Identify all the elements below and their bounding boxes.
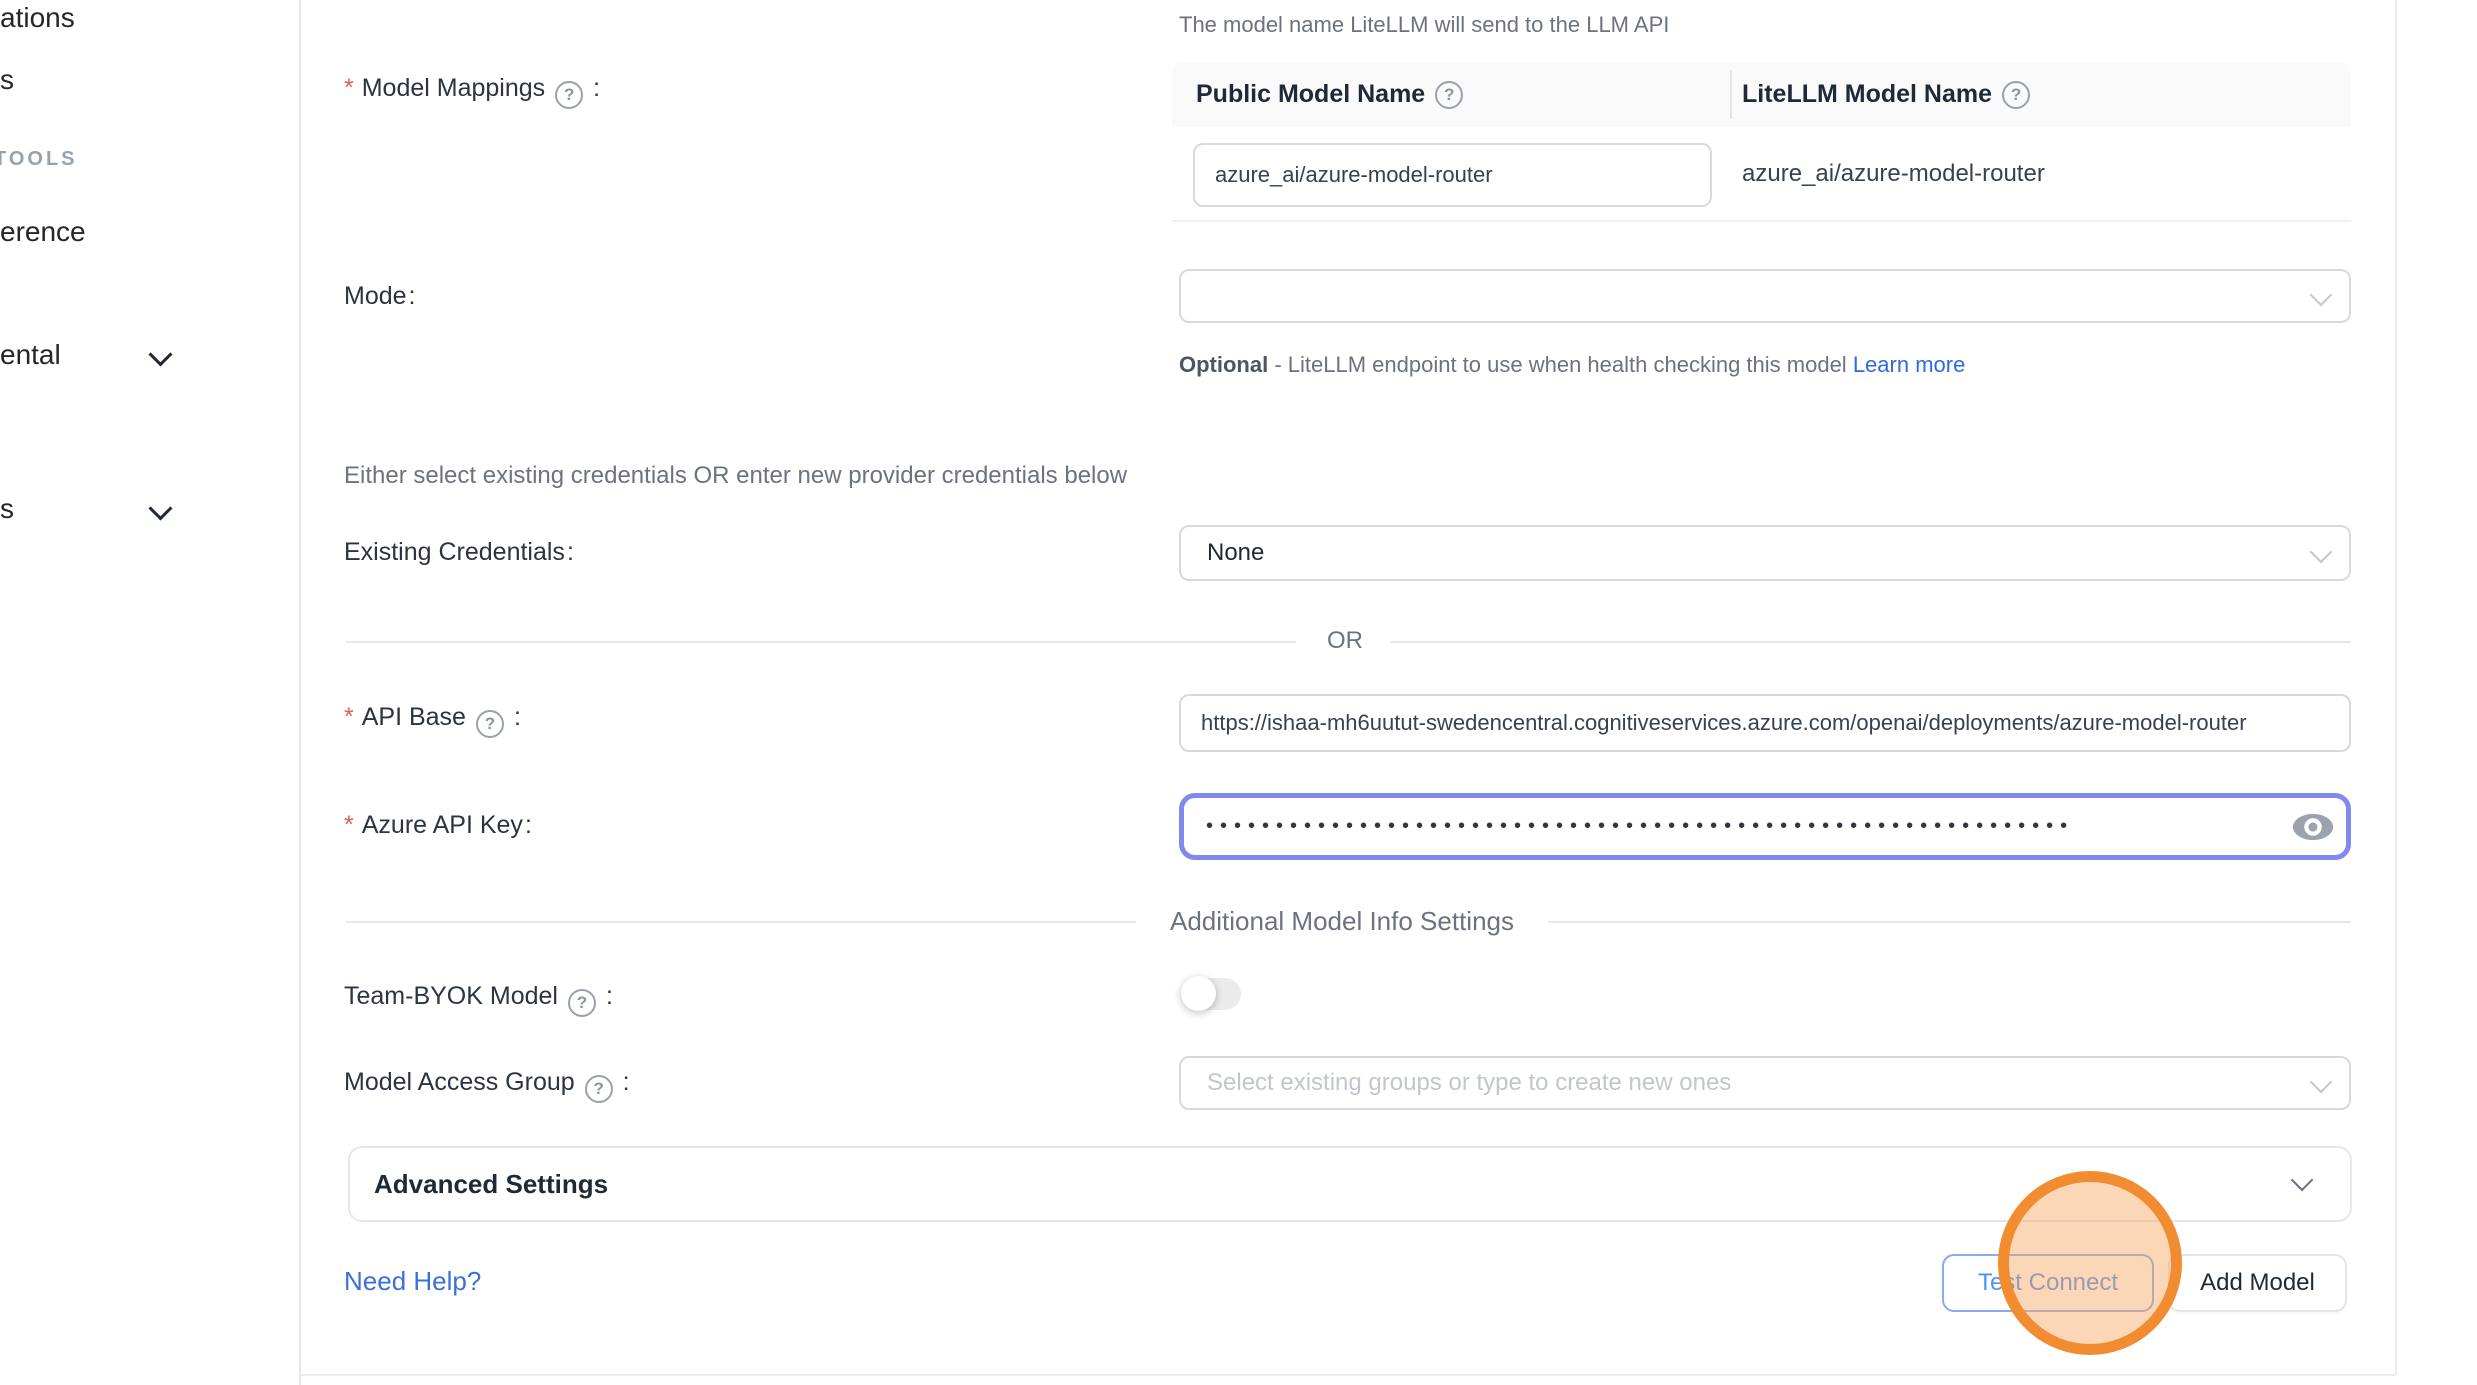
litellm-model-name-header: LiteLLM Model Name?: [1742, 62, 2038, 127]
table-column-divider: [1730, 70, 1732, 119]
or-divider-line-left: [346, 641, 1296, 643]
model-access-group-placeholder: Select existing groups or type to create…: [1181, 1069, 1731, 1097]
add-model-button[interactable]: Add Model: [2168, 1254, 2347, 1312]
help-icon[interactable]: ?: [555, 81, 583, 109]
credentials-note: Either select existing credentials OR en…: [344, 462, 1127, 490]
sidebar-item-s2[interactable]: s: [0, 493, 14, 525]
existing-credentials-select[interactable]: None: [1179, 525, 2351, 581]
litellm-model-name-value: azure_ai/azure-model-router: [1742, 127, 2045, 220]
learn-more-link[interactable]: Learn more: [1853, 352, 1966, 377]
content-card-right-edge: [2395, 0, 2397, 1375]
section-divider-line-right: [1548, 921, 2351, 923]
eye-icon[interactable]: [2292, 813, 2334, 841]
toggle-knob: [1181, 976, 1216, 1011]
chevron-down-icon: [2310, 541, 2333, 564]
azure-api-key-label: *Azure API Key:: [344, 811, 532, 840]
section-divider-text: Additional Model Info Settings: [1136, 906, 1548, 937]
sidebar-item-ental[interactable]: ental: [0, 339, 61, 371]
sidebar-item-erence[interactable]: erence: [0, 216, 86, 248]
help-icon[interactable]: ?: [1435, 81, 1463, 109]
api-base-input[interactable]: https://ishaa-mh6uutut-swedencentral.cog…: [1179, 694, 2351, 752]
public-model-name-header: Public Model Name?: [1196, 62, 1471, 127]
mode-label: Mode:: [344, 282, 416, 311]
model-mapping-row: azure_ai/azure-model-router azure_ai/azu…: [1172, 127, 2351, 222]
sidebar: ations s TOOLS erence ental s: [0, 0, 300, 1385]
or-divider-line-right: [1390, 641, 2351, 643]
required-mark: *: [344, 703, 354, 731]
advanced-settings-title: Advanced Settings: [374, 1148, 608, 1220]
model-mappings-label: *Model Mappings?:: [344, 74, 600, 109]
test-connect-button[interactable]: Test Connect: [1942, 1254, 2154, 1312]
model-mapping-hint: The model name LiteLLM will send to the …: [1179, 12, 1669, 38]
model-mappings-table-header: Public Model Name? LiteLLM Model Name?: [1172, 62, 2351, 127]
chevron-down-icon: [2310, 284, 2333, 307]
masked-key-value: ••••••••••••••••••••••••••••••••••••••••…: [1184, 815, 2074, 838]
sidebar-item-ations[interactable]: ations: [0, 2, 75, 34]
sidebar-item-s1[interactable]: s: [0, 64, 14, 96]
help-icon[interactable]: ?: [568, 989, 596, 1017]
mode-optional-hint: Optional - LiteLLM endpoint to use when …: [1179, 344, 1974, 386]
add-model-page: ations s TOOLS erence ental s The model …: [0, 0, 2477, 1385]
azure-api-key-input[interactable]: ••••••••••••••••••••••••••••••••••••••••…: [1179, 793, 2351, 860]
existing-credentials-label: Existing Credentials:: [344, 538, 574, 567]
help-icon[interactable]: ?: [585, 1075, 613, 1103]
section-divider-line-left: [346, 921, 1136, 923]
team-byok-label: Team-BYOK Model?:: [344, 982, 613, 1017]
public-model-name-input[interactable]: azure_ai/azure-model-router: [1193, 143, 1712, 207]
chevron-down-icon: [2291, 1169, 2314, 1192]
chevron-down-icon: [148, 496, 172, 520]
team-byok-toggle[interactable]: [1181, 978, 1241, 1010]
existing-credentials-value: None: [1181, 539, 1264, 567]
model-access-group-select[interactable]: Select existing groups or type to create…: [1179, 1056, 2351, 1110]
api-base-label: *API Base?:: [344, 703, 521, 738]
help-icon[interactable]: ?: [2002, 81, 2030, 109]
required-mark: *: [344, 811, 354, 839]
mode-select[interactable]: [1179, 269, 2351, 323]
need-help-link[interactable]: Need Help?: [344, 1266, 481, 1297]
required-mark: *: [344, 74, 354, 102]
sidebar-divider: [299, 0, 301, 1385]
sidebar-section-tools: TOOLS: [0, 148, 78, 171]
model-access-group-label: Model Access Group?:: [344, 1068, 630, 1103]
help-icon[interactable]: ?: [476, 710, 504, 738]
chevron-down-icon: [148, 342, 172, 366]
content-card-bottom-edge: [300, 1374, 2396, 1376]
chevron-down-icon: [2310, 1071, 2333, 1094]
advanced-settings-panel[interactable]: Advanced Settings: [348, 1146, 2352, 1222]
